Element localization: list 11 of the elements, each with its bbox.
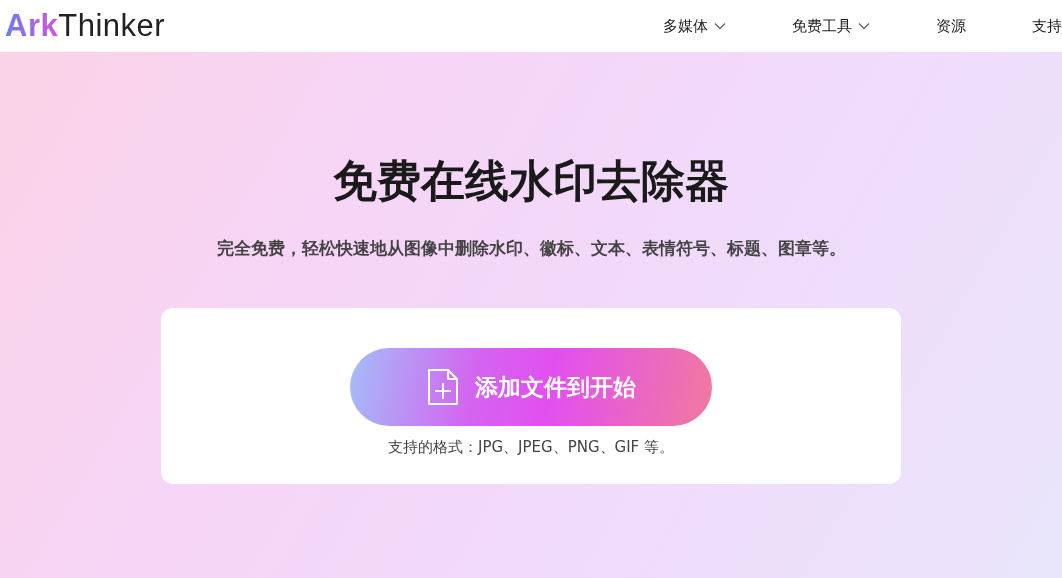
nav-link[interactable]: 支持 — [1032, 16, 1062, 36]
nav-link[interactable]: 资源 — [936, 16, 966, 36]
supported-formats: 支持的格式：JPG、JPEG、PNG、GIF 等。 — [388, 438, 674, 457]
page-title: 免费在线水印去除器 — [333, 154, 729, 208]
caret-icon — [714, 22, 726, 30]
caret-icon — [858, 22, 870, 30]
subtitle: 完全免费，轻松快速地从图像中删除水印、徽标、文本、表情符号、标题、图章等。 — [216, 237, 846, 260]
nav-link[interactable]: 免费工具 — [792, 16, 870, 36]
nav-link[interactable]: 多媒体 — [663, 16, 726, 36]
logo[interactable]: ArkThinker — [5, 8, 166, 44]
add-file-icon — [426, 368, 459, 406]
